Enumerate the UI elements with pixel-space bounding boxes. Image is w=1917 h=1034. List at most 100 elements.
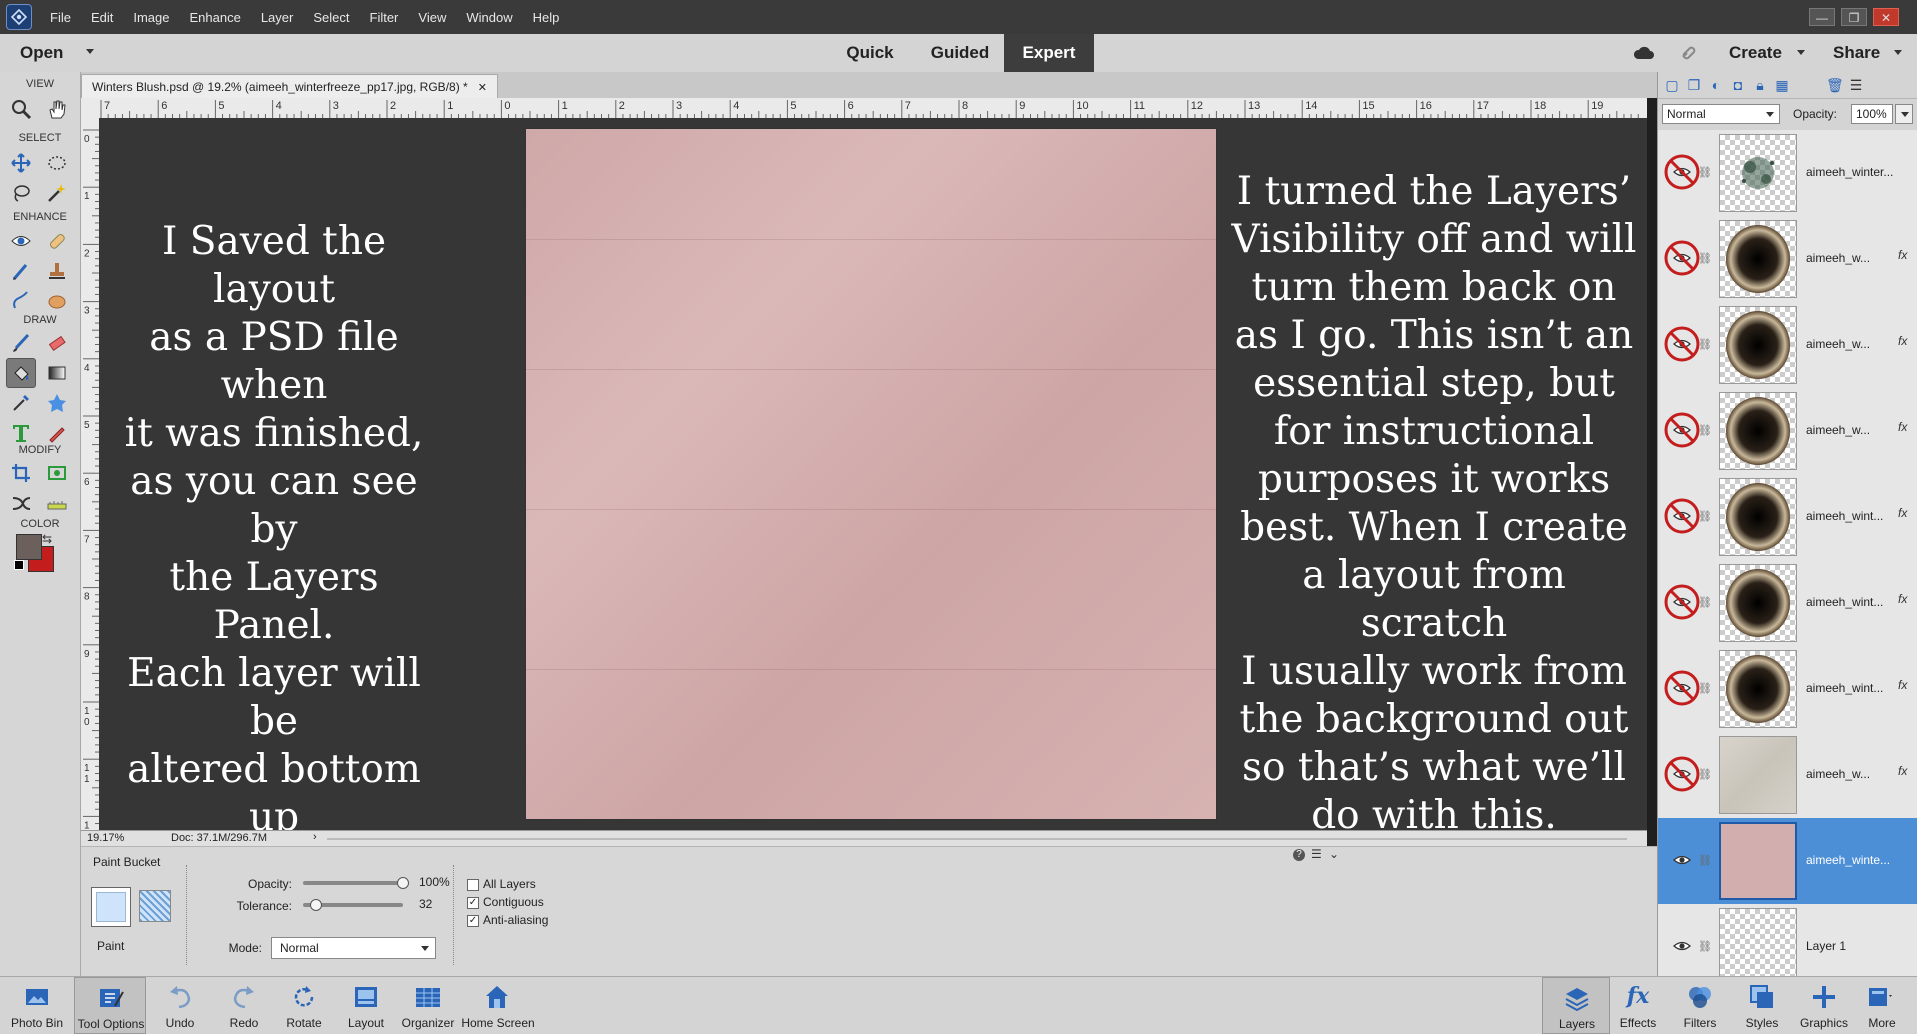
create-button[interactable]: Create xyxy=(1729,34,1782,72)
content-aware-move-tool-icon[interactable] xyxy=(6,488,36,518)
layer-row[interactable]: ⛓ aimeeh_winte... xyxy=(1658,818,1917,905)
layers-button[interactable]: Layers xyxy=(1542,977,1610,1034)
tool-options-button[interactable]: Tool Options xyxy=(74,977,146,1034)
menu-edit[interactable]: Edit xyxy=(91,10,113,25)
clone-stamp-tool-icon[interactable] xyxy=(42,256,72,286)
layer-link-icon[interactable]: ⛓ xyxy=(1698,768,1712,781)
layer-thumbnail[interactable] xyxy=(1719,564,1797,642)
menu-select[interactable]: Select xyxy=(313,10,349,25)
share-button[interactable]: Share xyxy=(1833,34,1880,72)
mode-select[interactable]: Normal xyxy=(271,937,436,959)
visibility-off-icon[interactable] xyxy=(1662,754,1702,794)
layer-row[interactable]: ⛓ aimeeh_wint... fx xyxy=(1658,646,1917,733)
layer-fx-badge[interactable]: fx xyxy=(1898,678,1907,692)
gradient-tool-icon[interactable] xyxy=(42,358,72,388)
menu-view[interactable]: View xyxy=(418,10,446,25)
help-icon[interactable]: ? xyxy=(1293,849,1305,861)
layer-thumbnail[interactable] xyxy=(1719,306,1797,384)
crop-tool-icon[interactable] xyxy=(6,458,36,488)
layer-thumbnail[interactable] xyxy=(1719,736,1797,814)
eyedropper-tool-icon[interactable] xyxy=(6,388,36,418)
layer-row[interactable]: ⛓ aimeeh_w... fx xyxy=(1658,216,1917,303)
hand-tool-icon[interactable] xyxy=(42,94,72,124)
adjustment-layer-icon[interactable]: ◐ xyxy=(1708,77,1724,93)
paint-mode-button[interactable] xyxy=(91,887,131,927)
new-group-icon[interactable]: ❐ xyxy=(1686,77,1702,93)
eraser-tool-icon[interactable] xyxy=(42,328,72,358)
layer-fx-badge[interactable]: fx xyxy=(1898,764,1907,778)
menu-layer[interactable]: Layer xyxy=(261,10,294,25)
all-layers-checkbox[interactable] xyxy=(467,879,479,891)
options-menu-icon[interactable]: ☰ xyxy=(1311,847,1322,861)
layer-link-icon[interactable]: ⛓ xyxy=(1698,510,1712,523)
layer-fx-badge[interactable]: fx xyxy=(1898,248,1907,262)
layer-thumbnail[interactable] xyxy=(1719,134,1797,212)
menu-image[interactable]: Image xyxy=(133,10,169,25)
anti-aliasing-checkbox[interactable]: ✓ xyxy=(467,915,479,927)
layer-opacity-input[interactable]: 100% xyxy=(1851,104,1893,124)
layer-link-icon[interactable]: ⛓ xyxy=(1698,338,1712,351)
layer-row[interactable]: ⛓ aimeeh_w... fx xyxy=(1658,732,1917,819)
straighten-tool-icon[interactable] xyxy=(42,488,72,518)
zoom-readout[interactable]: 19.17% xyxy=(87,832,124,844)
contiguous-checkbox[interactable]: ✓ xyxy=(467,897,479,909)
layer-row[interactable]: ⛓ aimeeh_wint... fx xyxy=(1658,560,1917,647)
layer-thumbnail[interactable] xyxy=(1719,220,1797,298)
app-logo-icon[interactable] xyxy=(6,4,32,30)
menu-filter[interactable]: Filter xyxy=(370,10,399,25)
menu-enhance[interactable]: Enhance xyxy=(190,10,241,25)
layer-fx-badge[interactable]: fx xyxy=(1898,334,1907,348)
brush-tool-icon[interactable] xyxy=(6,328,36,358)
visibility-off-icon[interactable] xyxy=(1662,668,1702,708)
custom-shape-tool-icon[interactable] xyxy=(42,388,72,418)
create-dropdown-icon[interactable] xyxy=(1797,50,1805,55)
pattern-mode-button[interactable] xyxy=(139,890,171,922)
layer-thumbnail[interactable] xyxy=(1719,822,1797,900)
undo-button[interactable]: Undo xyxy=(144,977,216,1034)
tab-expert[interactable]: Expert xyxy=(1004,34,1094,72)
close-button[interactable]: ✕ xyxy=(1873,8,1899,26)
lock-all-icon[interactable]: 🔒︎ xyxy=(1752,77,1768,93)
marquee-tool-icon[interactable] xyxy=(42,148,72,178)
restore-button[interactable]: ❐ xyxy=(1841,8,1867,26)
layer-link-icon[interactable]: ⛓ xyxy=(1698,166,1712,179)
visibility-off-icon[interactable] xyxy=(1662,496,1702,536)
red-eye-tool-icon[interactable] xyxy=(6,226,36,256)
visibility-off-icon[interactable] xyxy=(1662,582,1702,622)
panel-menu-icon[interactable]: ☰ xyxy=(1848,77,1864,93)
eye-icon[interactable] xyxy=(1662,840,1702,880)
close-tab-icon[interactable]: ✕ xyxy=(478,82,487,94)
opacity-slider-track[interactable] xyxy=(303,881,403,885)
magic-wand-tool-icon[interactable] xyxy=(42,178,72,208)
opacity-slider-thumb[interactable] xyxy=(397,877,409,889)
horizontal-scrollbar[interactable] xyxy=(327,838,1627,840)
smart-brush-tool-icon[interactable] xyxy=(6,256,36,286)
layer-thumbnail[interactable] xyxy=(1719,908,1797,986)
tolerance-slider-thumb[interactable] xyxy=(310,899,322,911)
link-icon[interactable] xyxy=(1678,43,1700,63)
tab-guided[interactable]: Guided xyxy=(920,34,1000,72)
layer-row[interactable]: ⛓ aimeeh_winter... xyxy=(1658,130,1917,217)
layer-link-icon[interactable]: ⛓ xyxy=(1698,854,1712,867)
minimize-button[interactable]: — xyxy=(1809,8,1835,26)
eye-icon[interactable] xyxy=(1662,926,1702,966)
layer-row[interactable]: ⛓ aimeeh_w... fx xyxy=(1658,388,1917,475)
paint-bucket-tool-icon[interactable] xyxy=(6,358,36,388)
trash-icon[interactable]: 🗑︎ xyxy=(1826,77,1844,93)
menu-window[interactable]: Window xyxy=(466,10,512,25)
zoom-tool-icon[interactable] xyxy=(6,94,36,124)
layer-fx-badge[interactable]: fx xyxy=(1898,420,1907,434)
foreground-color-swatch[interactable] xyxy=(16,534,42,560)
blend-mode-select[interactable]: Normal xyxy=(1662,104,1780,124)
status-menu-arrow-icon[interactable]: › xyxy=(313,831,317,843)
styles-button[interactable]: Styles xyxy=(1728,977,1796,1034)
visibility-off-icon[interactable] xyxy=(1662,410,1702,450)
layer-thumbnail[interactable] xyxy=(1719,478,1797,556)
lock-transparency-icon[interactable]: ▦ xyxy=(1774,77,1790,93)
move-tool-icon[interactable] xyxy=(6,148,36,178)
document-tab[interactable]: Winters Blush.psd @ 19.2% (aimeeh_winter… xyxy=(81,74,498,98)
organizer-button[interactable]: Organizer xyxy=(392,977,464,1034)
more-button[interactable]: More xyxy=(1850,977,1914,1034)
new-layer-icon[interactable]: ▢ xyxy=(1664,77,1680,93)
graphics-button[interactable]: Graphics xyxy=(1790,977,1858,1034)
